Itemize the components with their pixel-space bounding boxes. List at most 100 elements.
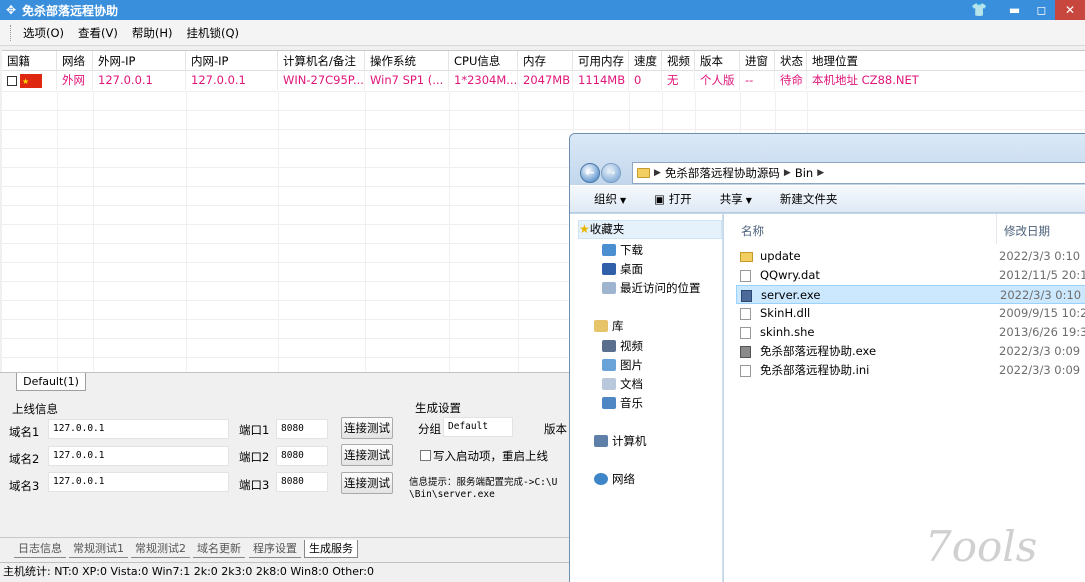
table-row[interactable]: 外网 127.0.0.1 127.0.0.1 WIN-27C95P... Win… (2, 71, 1085, 90)
minimize-button[interactable]: ▬ (1001, 0, 1028, 20)
domain3-label: 域名3 (9, 479, 40, 493)
group-input[interactable]: Default (443, 417, 513, 437)
chevron-right-icon: ▶ (654, 168, 661, 178)
domain2-input[interactable]: 127.0.0.1 (48, 446, 229, 466)
row-checkbox[interactable] (7, 75, 17, 86)
nav-documents[interactable]: 文档 (602, 376, 643, 392)
close-button[interactable]: ✕ (1055, 0, 1085, 20)
nav-library[interactable]: 库 (594, 318, 624, 334)
cell-speed: 0 (629, 71, 662, 90)
header-date[interactable]: 修改日期 (1004, 223, 1050, 239)
col-memory[interactable]: 内存 (518, 51, 573, 71)
folder-icon (740, 252, 753, 262)
port1-label: 端口1 (239, 423, 270, 437)
domain1-input[interactable]: 127.0.0.1 (48, 419, 229, 439)
app-icon: ✥ (5, 3, 17, 17)
file-row-app-ini[interactable]: 免杀部落远程协助.ini 2022/3/3 0:09 (736, 361, 1085, 380)
file-row-server-exe[interactable]: server.exe 2022/3/3 0:10 (736, 285, 1085, 304)
document-icon (602, 378, 616, 390)
col-window[interactable]: 进窗 (740, 51, 775, 71)
nav-computer[interactable]: 计算机 (594, 433, 647, 449)
col-lan-ip[interactable]: 内网-IP (186, 51, 278, 71)
breadcrumb-source[interactable]: 免杀部落远程协助源码 (665, 165, 780, 181)
domain3-input[interactable]: 127.0.0.1 (48, 472, 229, 492)
exe-icon (741, 290, 752, 302)
skin-icon[interactable]: 👕 (966, 0, 993, 20)
connect-test-button-2[interactable]: 连接测试 (341, 444, 393, 466)
connect-test-button-3[interactable]: 连接测试 (341, 472, 393, 494)
tab-test2[interactable]: 常规测试2 (131, 540, 190, 558)
menu-options[interactable]: 选项(O) (16, 25, 71, 41)
tab-domain-update[interactable]: 域名更新 (193, 540, 245, 558)
chevron-right-icon: ▶ (817, 168, 825, 178)
col-video[interactable]: 视频 (662, 51, 695, 71)
col-location[interactable]: 地理位置 (807, 51, 1077, 71)
port2-input[interactable]: 8080 (276, 446, 328, 466)
port3-input[interactable]: 8080 (276, 472, 328, 492)
explorer-window[interactable]: ← → ▶ 免杀部落远程协助源码 ▶ Bin ▶ 组织 ▼ ▣ 打开 共享 ▼ 新建… (569, 133, 1085, 582)
file-row-app-exe[interactable]: 免杀部落远程协助.exe 2022/3/3 0:09 (736, 342, 1085, 361)
connect-test-button-1[interactable]: 连接测试 (341, 417, 393, 439)
cell-country (2, 71, 57, 90)
breadcrumb-bin[interactable]: Bin (795, 166, 813, 180)
col-os[interactable]: 操作系统 (365, 51, 449, 71)
menu-help[interactable]: 帮助(H) (125, 25, 180, 41)
tab-test1[interactable]: 常规测试1 (69, 540, 128, 558)
port1-input[interactable]: 8080 (276, 419, 328, 439)
nav-desktop[interactable]: 桌面 (602, 261, 643, 277)
col-wan-ip[interactable]: 外网-IP (93, 51, 186, 71)
organize-button[interactable]: 组织 ▼ (594, 191, 626, 207)
chevron-right-icon: ▶ (783, 168, 791, 178)
header-divider (996, 214, 997, 244)
group-tab-default[interactable]: Default(1) (16, 373, 86, 391)
forward-button[interactable]: → (601, 163, 621, 183)
file-row-update[interactable]: update 2022/3/3 0:10 (736, 247, 1085, 266)
checkbox-box[interactable] (420, 450, 431, 461)
main-titlebar[interactable]: ✥ 免杀部落远程协助 👕 ▬ ◻ ✕ (0, 0, 1085, 20)
col-speed[interactable]: 速度 (629, 51, 662, 71)
menu-idle-lock[interactable]: 挂机锁(Q) (180, 25, 247, 41)
col-cpu[interactable]: CPU信息 (449, 51, 518, 71)
back-button[interactable]: ← (580, 163, 600, 183)
cell-os: Win7 SP1 (... (365, 71, 449, 90)
cell-video: 无 (662, 71, 695, 90)
nav-music[interactable]: 音乐 (602, 395, 643, 411)
version-label: 版本 (544, 422, 567, 436)
nav-videos[interactable]: 视频 (602, 338, 643, 354)
nav-network[interactable]: 网络 (594, 471, 635, 487)
nav-pictures[interactable]: 图片 (602, 357, 643, 373)
online-info-title: 上线信息 (12, 402, 58, 416)
col-free-memory[interactable]: 可用内存 (573, 51, 629, 71)
open-button[interactable]: ▣ 打开 (654, 191, 692, 207)
autostart-checkbox[interactable]: 写入启动项，重启上线 (420, 448, 548, 464)
col-computer[interactable]: 计算机名/备注 (278, 51, 365, 71)
address-bar[interactable]: ▶ 免杀部落远程协助源码 ▶ Bin ▶ (632, 162, 1085, 184)
col-country[interactable]: 国籍 (2, 51, 57, 71)
nav-downloads[interactable]: 下载 (602, 242, 643, 258)
new-folder-button[interactable]: 新建文件夹 (780, 191, 838, 207)
china-flag-icon (20, 72, 42, 90)
maximize-button[interactable]: ◻ (1028, 0, 1055, 20)
file-row-qqwry[interactable]: QQwry.dat 2012/11/5 20:1 (736, 266, 1085, 285)
file-row-skinh-dll[interactable]: SkinH.dll 2009/9/15 10:2 (736, 304, 1085, 323)
header-name[interactable]: 名称 (741, 223, 764, 239)
menu-grip (10, 24, 12, 41)
picture-icon (602, 359, 616, 371)
file-icon (740, 270, 751, 282)
tab-build-service[interactable]: 生成服务 (304, 540, 358, 558)
tab-program-settings[interactable]: 程序设置 (249, 540, 301, 558)
computer-icon (594, 435, 608, 447)
col-network[interactable]: 网络 (57, 51, 93, 71)
tab-log[interactable]: 日志信息 (14, 540, 66, 558)
video-icon (602, 340, 616, 352)
library-icon (594, 320, 608, 332)
build-settings-title: 生成设置 (415, 401, 461, 415)
nav-favorites[interactable]: ★收藏夹 (578, 220, 722, 239)
col-version[interactable]: 版本 (695, 51, 740, 71)
col-status[interactable]: 状态 (775, 51, 807, 71)
command-bar: 组织 ▼ ▣ 打开 共享 ▼ 新建文件夹 (570, 185, 1085, 213)
menu-view[interactable]: 查看(V) (71, 25, 125, 41)
share-button[interactable]: 共享 ▼ (720, 191, 752, 207)
file-row-skinh-she[interactable]: skinh.she 2013/6/26 19:3 (736, 323, 1085, 342)
nav-recent[interactable]: 最近访问的位置 (602, 280, 701, 296)
